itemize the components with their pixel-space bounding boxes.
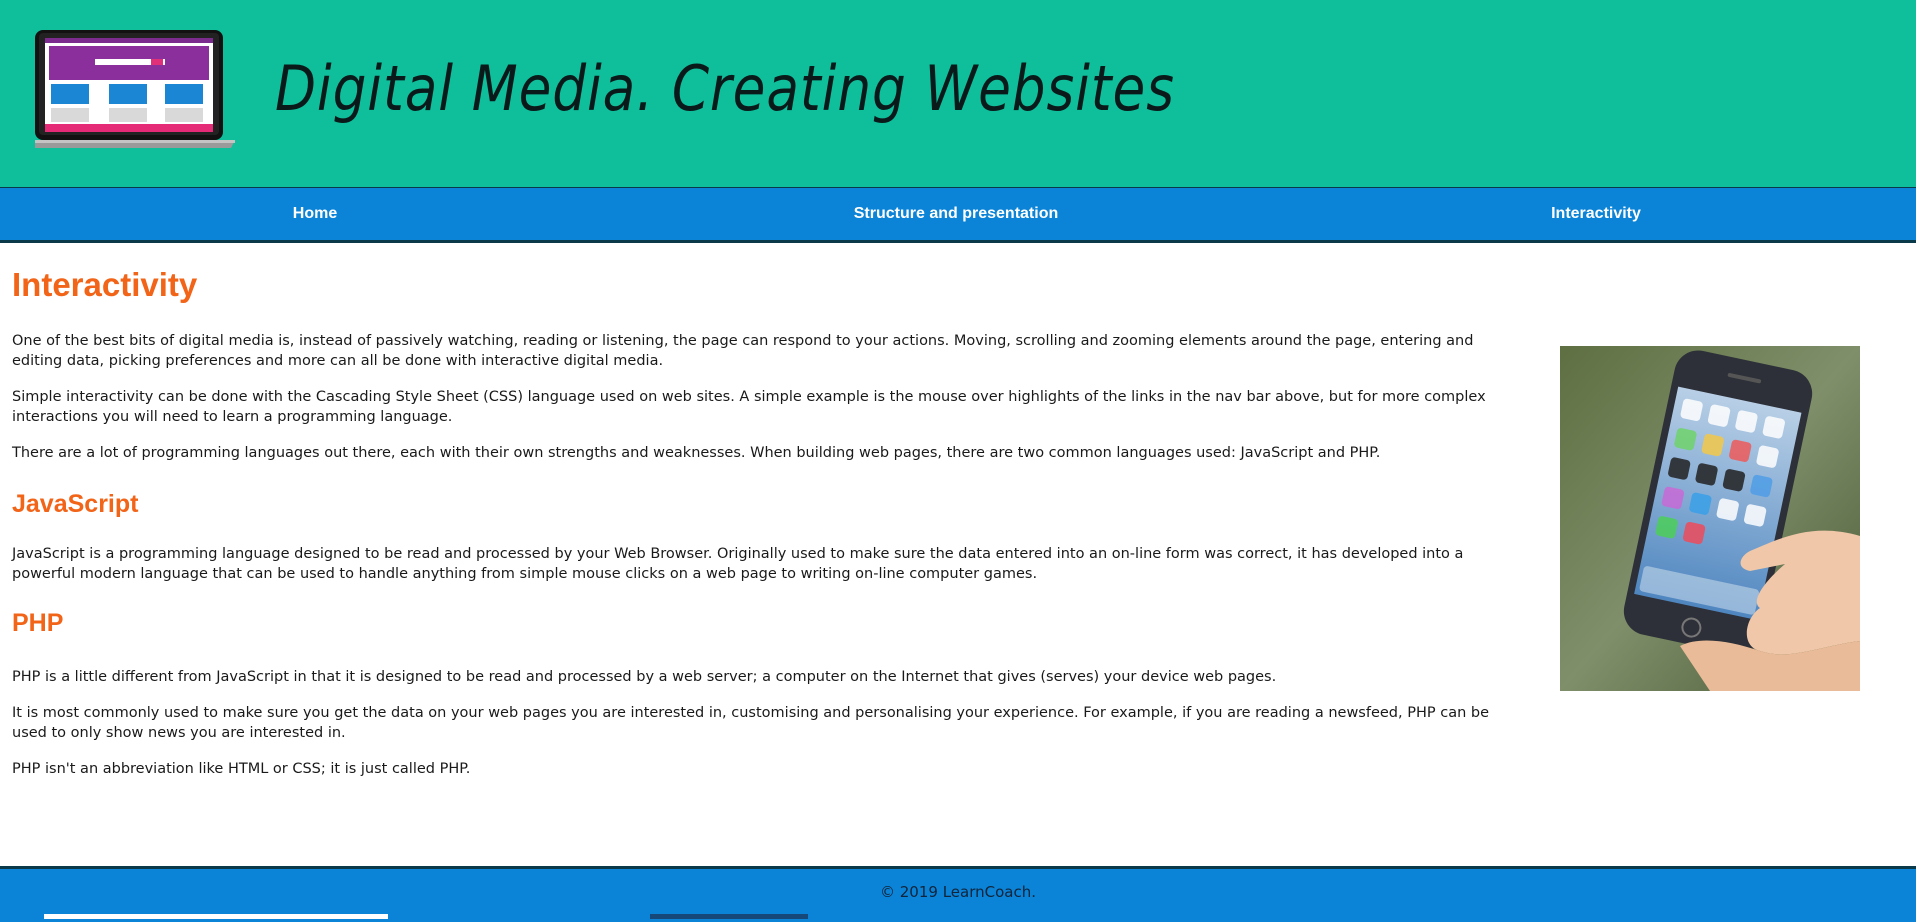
copyright-text: © 2019 LearnCoach. [880,883,1036,901]
laptop-website-icon [35,30,235,148]
main-content: Interactivity One of the best bits of di… [12,262,1512,779]
nav-link-structure-and-presentation[interactable]: Structure and presentation [854,188,1058,240]
main-nav: Home Structure and presentation Interact… [0,187,1916,243]
php-paragraph-2: It is most commonly used to make sure yo… [12,705,1490,741]
php-paragraph-1: PHP is a little different from JavaScrip… [12,669,1277,685]
nav-link-home[interactable]: Home [293,188,337,240]
php-paragraph-3: PHP isn't an abbreviation like HTML or C… [12,761,471,777]
javascript-paragraph: JavaScript is a programming language des… [12,546,1464,582]
page-heading: Interactivity [12,266,198,303]
intro-paragraph-2: Simple interactivity can be done with th… [12,389,1486,425]
javascript-heading: JavaScript [12,490,139,518]
hand-holding-smartphone-image [1560,346,1860,691]
horizontal-scrollbar-thumb[interactable] [44,914,388,919]
php-heading: PHP [12,609,64,637]
site-title: Digital Media. Creating Websites [275,52,1175,125]
intro-paragraph-3: There are a lot of programming languages… [12,445,1381,461]
horizontal-scrollbar-track-segment [650,914,808,919]
site-header: Digital Media. Creating Websites [0,0,1916,187]
intro-paragraph-1: One of the best bits of digital media is… [12,333,1474,369]
nav-link-interactivity[interactable]: Interactivity [1551,188,1641,240]
